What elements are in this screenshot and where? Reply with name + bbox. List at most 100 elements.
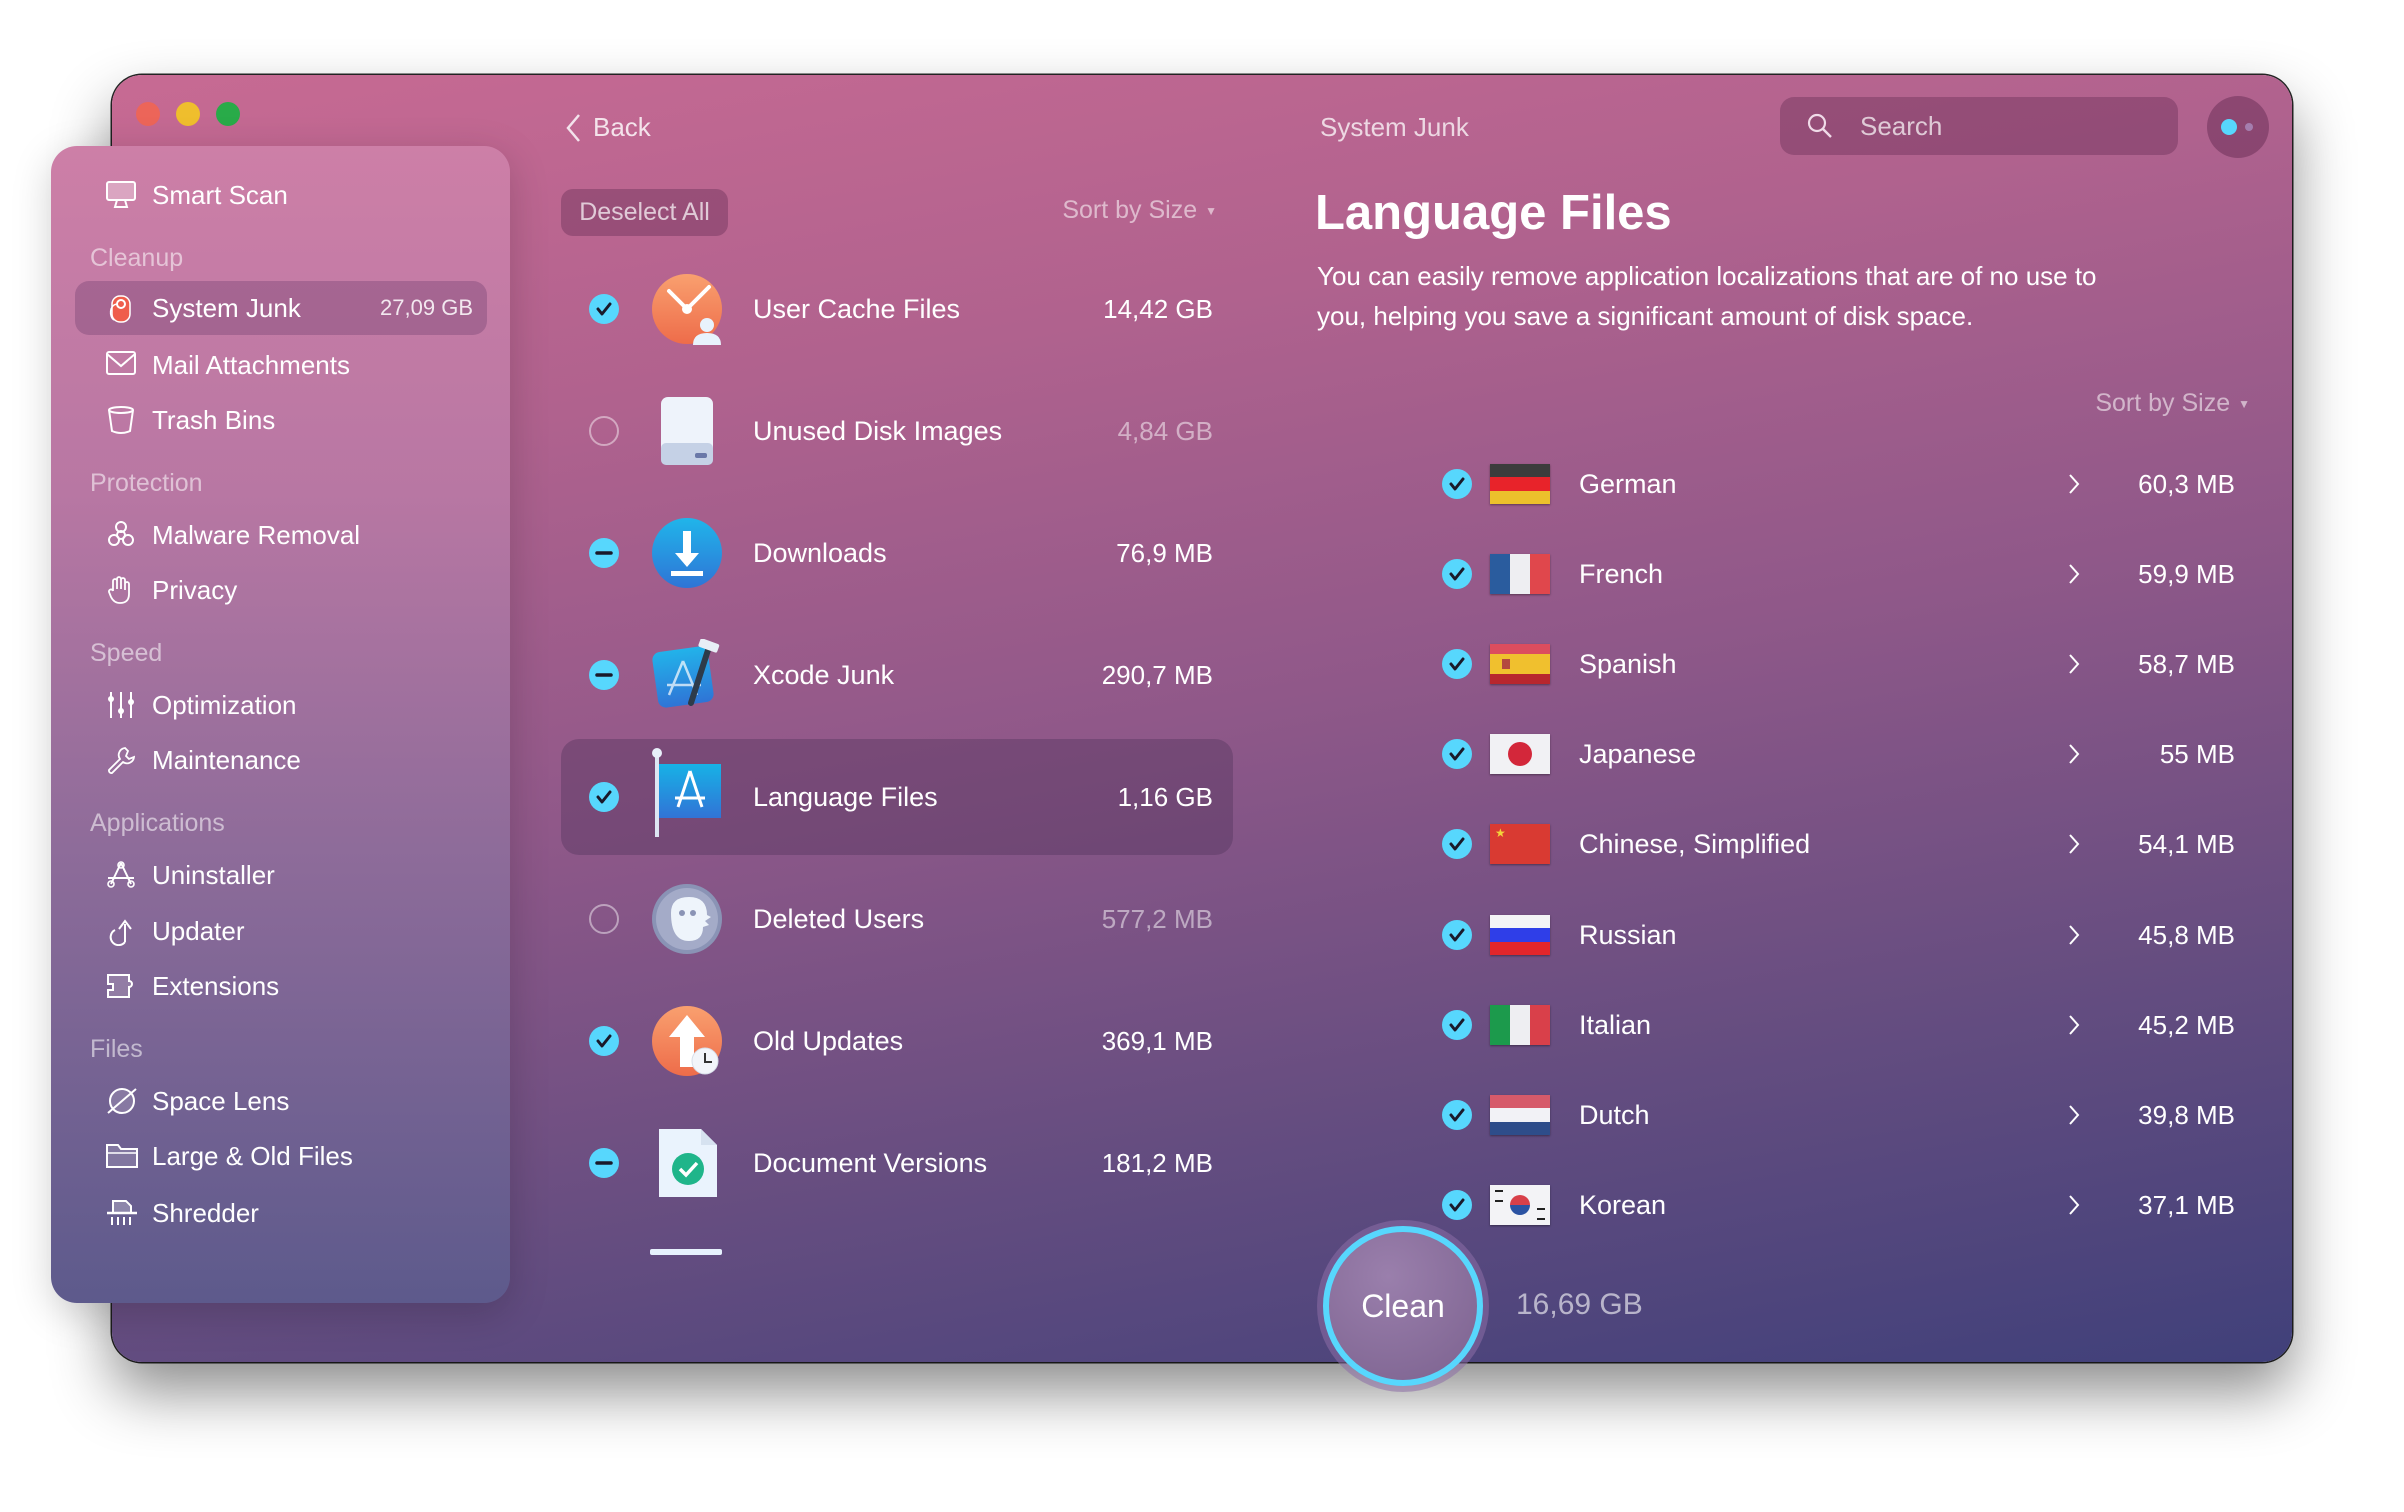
- wrench-icon: [105, 745, 137, 775]
- xcode-icon: [651, 638, 723, 711]
- sidebar-section-protection: Protection: [90, 469, 203, 497]
- chevron-right-icon[interactable]: [2067, 1165, 2081, 1241]
- search-input[interactable]: Search: [1860, 111, 1942, 142]
- checkbox-checked[interactable]: [1442, 739, 1472, 769]
- checkbox-checked[interactable]: [1442, 469, 1472, 499]
- junk-category-row[interactable]: Language Files 1,16 GB: [561, 739, 1233, 855]
- junk-category-row[interactable]: Unused Disk Images 4,84 GB: [561, 373, 1233, 489]
- sidebar-item-updater[interactable]: Updater: [75, 904, 487, 958]
- sidebar-item-label: Privacy: [152, 575, 238, 605]
- junk-category-row[interactable]: Old Updates 369,1 MB: [561, 983, 1233, 1099]
- checkbox-checked[interactable]: [589, 294, 619, 324]
- sidebar-item-malware-removal[interactable]: Malware Removal: [75, 508, 487, 562]
- flag-fr-icon: [1490, 554, 1550, 594]
- sidebar-item-label: Optimization: [152, 690, 297, 720]
- chevron-right-icon[interactable]: [2067, 624, 2081, 700]
- language-size: 58,7 MB: [2138, 649, 2235, 679]
- checkbox-partial[interactable]: [589, 660, 619, 690]
- language-row[interactable]: Korean 37,1 MB: [1317, 1165, 2257, 1245]
- smart-scan-icon: [105, 180, 137, 210]
- chevron-right-icon[interactable]: [2067, 714, 2081, 790]
- assistant-button[interactable]: [2207, 96, 2269, 158]
- sidebar-section-files: Files: [90, 1035, 143, 1063]
- language-row[interactable]: ★ Chinese, Simplified 54,1 MB: [1317, 804, 2257, 884]
- language-row[interactable]: Italian 45,2 MB: [1317, 985, 2257, 1065]
- junk-category-row[interactable]: Document Versions 181,2 MB: [561, 1105, 1233, 1221]
- sidebar-item-maintenance[interactable]: Maintenance: [75, 733, 487, 787]
- flag-kr-icon: [1490, 1185, 1550, 1225]
- language-row[interactable]: Japanese 55 MB: [1317, 714, 2257, 794]
- checkbox-checked[interactable]: [589, 782, 619, 812]
- language-name: Chinese, Simplified: [1579, 829, 1811, 859]
- detail-sort-dropdown[interactable]: Sort by Size ▼: [2095, 389, 2250, 418]
- sidebar-item-smart-scan[interactable]: Smart Scan: [75, 168, 487, 222]
- checkbox-checked[interactable]: [1442, 920, 1472, 950]
- language-row[interactable]: Dutch 39,8 MB: [1317, 1075, 2257, 1155]
- sidebar-item-system-junk[interactable]: System Junk 27,09 GB: [75, 281, 487, 335]
- chevron-right-icon[interactable]: [2067, 1075, 2081, 1151]
- detail-description: You can easily remove application locali…: [1317, 256, 2097, 336]
- checkbox-partial[interactable]: [589, 1148, 619, 1178]
- close-button[interactable]: [136, 102, 160, 126]
- category-name: User Cache Files: [753, 294, 961, 324]
- checkbox-checked[interactable]: [1442, 1010, 1472, 1040]
- space-lens-icon: [105, 1086, 137, 1116]
- partial-item-icon: [650, 1249, 722, 1255]
- sidebar-item-trash-bins[interactable]: Trash Bins: [75, 393, 487, 447]
- category-size: 290,7 MB: [1101, 660, 1213, 690]
- category-size: 76,9 MB: [1116, 538, 1213, 568]
- sidebar-item-label: Malware Removal: [152, 520, 361, 550]
- minimize-button[interactable]: [176, 102, 200, 126]
- chevron-right-icon[interactable]: [2067, 804, 2081, 880]
- clean-button[interactable]: Clean: [1323, 1226, 1483, 1386]
- language-name: Japanese: [1579, 739, 1697, 769]
- chevron-right-icon[interactable]: [2067, 895, 2081, 971]
- flag-nl-icon: [1490, 1095, 1550, 1135]
- sidebar-item-privacy[interactable]: Privacy: [75, 563, 487, 617]
- category-name: Deleted Users: [753, 904, 925, 934]
- language-row[interactable]: Spanish 58,7 MB: [1317, 624, 2257, 704]
- category-size: 14,42 GB: [1103, 294, 1213, 324]
- sidebar-item-label: Updater: [152, 916, 245, 946]
- language-row[interactable]: German 60,3 MB: [1317, 444, 2257, 524]
- category-size: 369,1 MB: [1101, 1026, 1213, 1056]
- downloads-icon: [651, 517, 723, 589]
- hand-icon: [105, 575, 137, 605]
- chevron-right-icon[interactable]: [2067, 534, 2081, 610]
- sidebar-item-large-old-files[interactable]: Large & Old Files: [75, 1129, 487, 1183]
- zoom-button[interactable]: [216, 102, 240, 126]
- sidebar-item-extensions[interactable]: Extensions: [75, 959, 487, 1013]
- language-name: German: [1579, 469, 1677, 499]
- sidebar-item-uninstaller[interactable]: Uninstaller: [75, 848, 487, 902]
- disk-image-icon: [651, 395, 723, 467]
- sliders-icon: [105, 690, 137, 720]
- checkbox-checked[interactable]: [1442, 829, 1472, 859]
- junk-category-row[interactable]: Deleted Users 577,2 MB: [561, 861, 1233, 977]
- checkbox-checked[interactable]: [1442, 1100, 1472, 1130]
- language-row[interactable]: Russian 45,8 MB: [1317, 895, 2257, 975]
- checkbox-unchecked[interactable]: [589, 904, 619, 934]
- language-name: French: [1579, 559, 1664, 589]
- checkbox-checked[interactable]: [589, 1026, 619, 1056]
- chevron-right-icon[interactable]: [2067, 444, 2081, 520]
- middle-sort-dropdown[interactable]: Sort by Size ▼: [1062, 196, 1217, 225]
- sidebar-item-space-lens[interactable]: Space Lens: [75, 1074, 487, 1128]
- checkbox-unchecked[interactable]: [589, 416, 619, 446]
- junk-category-row[interactable]: Xcode Junk 290,7 MB: [561, 617, 1233, 733]
- checkbox-checked[interactable]: [1442, 559, 1472, 589]
- sidebar-item-label: System Junk: [152, 293, 301, 323]
- sidebar-item-label: Large & Old Files: [152, 1141, 353, 1171]
- sidebar-item-shredder[interactable]: Shredder: [75, 1186, 487, 1240]
- deselect-all-button[interactable]: Deselect All: [561, 189, 728, 236]
- chevron-right-icon[interactable]: [2067, 985, 2081, 1061]
- checkbox-partial[interactable]: [589, 538, 619, 568]
- sidebar-item-mail-attachments[interactable]: Mail Attachments: [75, 338, 487, 392]
- checkbox-checked[interactable]: [1442, 1190, 1472, 1220]
- language-row[interactable]: French 59,9 MB: [1317, 534, 2257, 614]
- junk-category-row[interactable]: Downloads 76,9 MB: [561, 495, 1233, 611]
- junk-category-row[interactable]: User Cache Files 14,42 GB: [561, 251, 1233, 367]
- sidebar-item-optimization[interactable]: Optimization: [75, 678, 487, 732]
- checkbox-checked[interactable]: [1442, 649, 1472, 679]
- language-size: 55 MB: [2159, 739, 2235, 769]
- search-field[interactable]: Search: [1780, 97, 2178, 155]
